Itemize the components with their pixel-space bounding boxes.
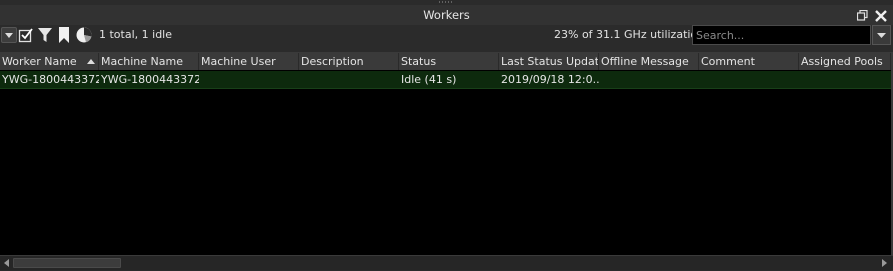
column-header-description[interactable]: Description <box>299 53 399 70</box>
cell-status: Idle (41 s) <box>401 73 457 86</box>
scroll-left-icon[interactable] <box>2 258 12 268</box>
cell-offline-message <box>599 71 699 88</box>
column-header-assigned-pools[interactable]: Assigned Pools <box>799 53 891 70</box>
pie-chart-icon <box>76 27 92 43</box>
table-row[interactable]: YWG-1800443372 YWG-1800443372 Idle (41 s… <box>0 71 893 89</box>
column-header-machine-user[interactable]: Machine User <box>199 53 299 70</box>
toolbar: 1 total, 1 idle 23% of 31.1 GHz utilizat… <box>0 25 893 51</box>
column-header-label: Worker Name <box>2 55 77 68</box>
scroll-right-icon[interactable] <box>879 258 889 268</box>
search-box[interactable] <box>692 25 871 45</box>
bookmark-icon <box>59 27 69 43</box>
cell-last-status-update: 2019/09/18 12:0... <box>501 73 599 86</box>
pin-button[interactable] <box>56 26 72 44</box>
cell-machine-user <box>199 71 299 88</box>
select-columns-button[interactable] <box>18 26 34 44</box>
restore-icon[interactable] <box>857 10 868 21</box>
search-dropdown-button[interactable] <box>872 25 891 45</box>
dropdown-icon <box>5 33 13 38</box>
cell-description <box>299 71 399 88</box>
check-edit-icon <box>18 28 33 43</box>
cell-worker-name: YWG-1800443372 <box>2 73 99 86</box>
column-header-worker-name[interactable]: Worker Name <box>0 53 99 70</box>
workers-table: Worker Name Machine Name Machine User De… <box>0 52 893 256</box>
panel-title: Workers <box>423 8 470 22</box>
filter-icon <box>38 28 52 42</box>
table-header: Worker Name Machine Name Machine User De… <box>0 53 893 70</box>
column-header-last-status-update[interactable]: Last Status Update <box>499 53 599 70</box>
statistics-button[interactable] <box>75 26 92 44</box>
column-header-comment[interactable]: Comment <box>699 53 799 70</box>
utilization-text: 23% of 31.1 GHz utilization <box>554 28 705 41</box>
cell-machine-name: YWG-1800443372 <box>101 73 199 86</box>
cell-assigned-pools <box>799 71 891 88</box>
sort-ascending-icon <box>87 59 95 64</box>
search-input[interactable] <box>693 26 866 44</box>
column-header-status[interactable]: Status <box>399 53 499 70</box>
filter-button[interactable] <box>37 26 53 44</box>
worker-count-summary: 1 total, 1 idle <box>99 28 172 41</box>
scrollbar-thumb[interactable] <box>13 258 121 268</box>
panel-titlebar: Workers <box>0 5 893 25</box>
chevron-down-icon <box>877 33 886 38</box>
cell-comment <box>699 71 799 88</box>
column-header-machine-name[interactable]: Machine Name <box>99 53 199 70</box>
dropdown-button[interactable] <box>1 27 17 43</box>
horizontal-scrollbar[interactable] <box>0 255 893 270</box>
column-header-offline-message[interactable]: Offline Message <box>599 53 699 70</box>
grip-dots <box>438 1 454 3</box>
close-icon[interactable] <box>874 9 888 23</box>
